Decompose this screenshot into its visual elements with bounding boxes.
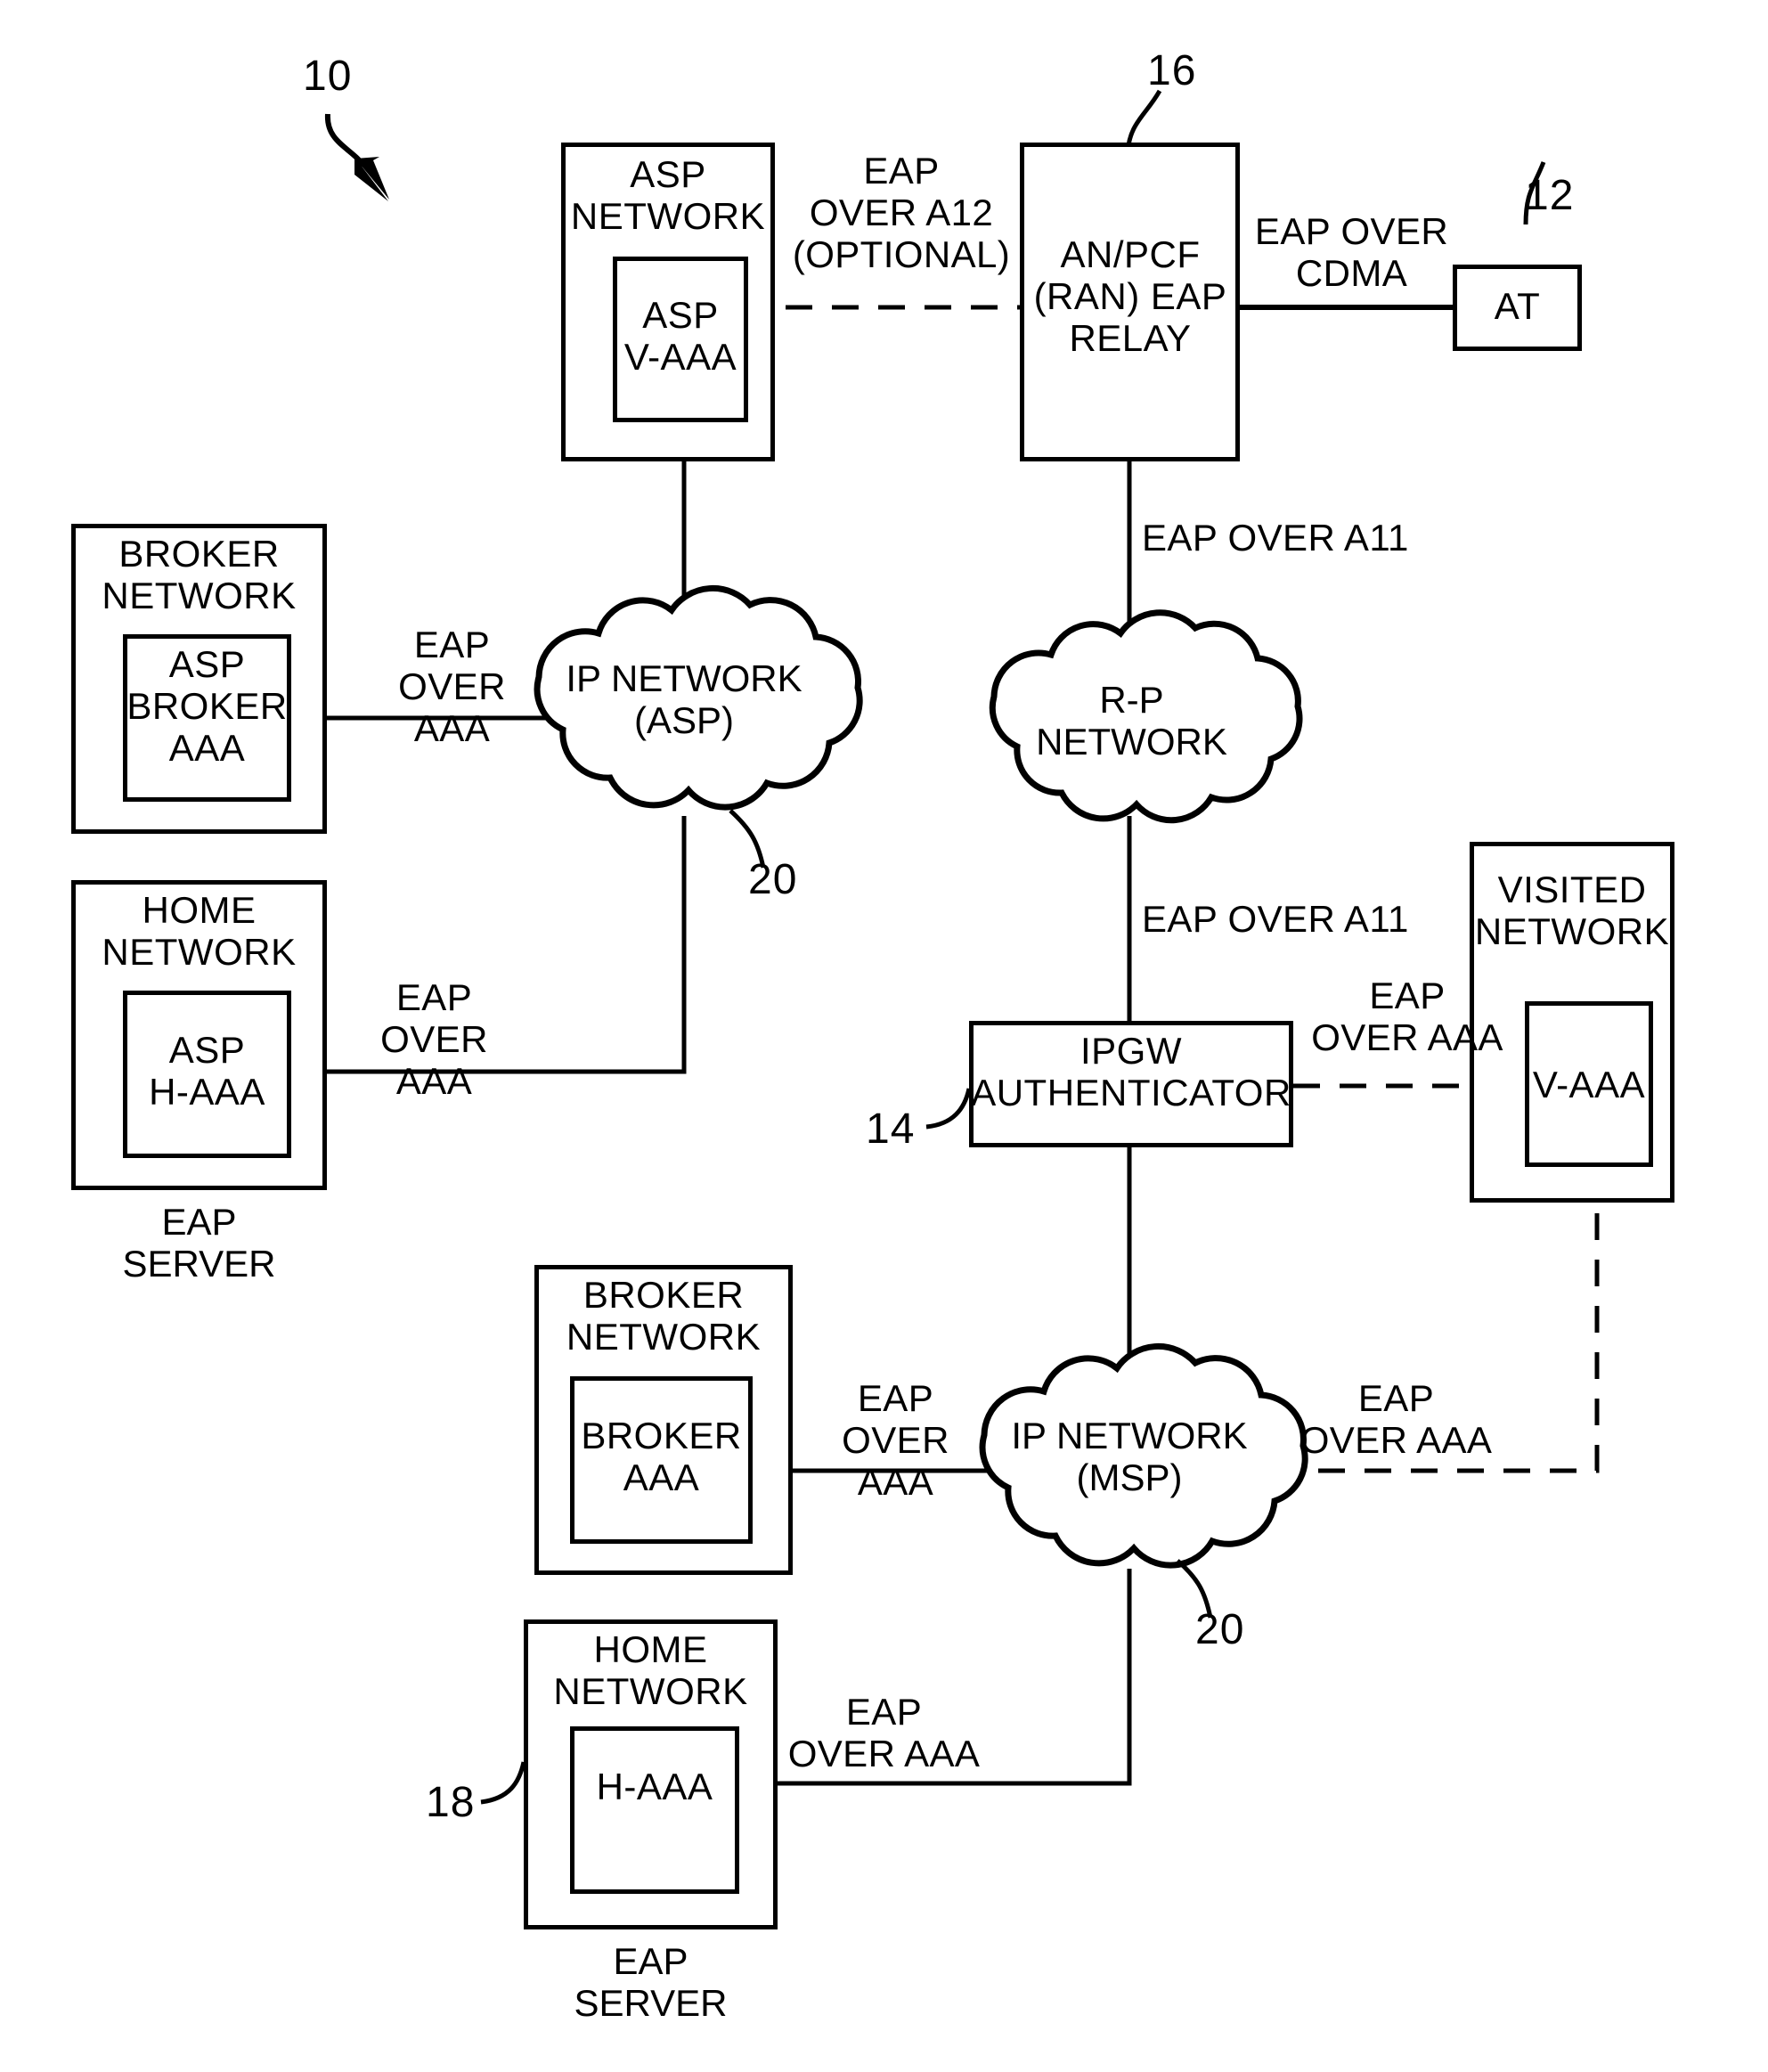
ref-numeral-18: 18 bbox=[426, 1779, 476, 1826]
leader-10 bbox=[324, 113, 366, 167]
node-asp-vaaa-label: ASP V-AAA bbox=[623, 294, 737, 379]
node-at-title: AT bbox=[1494, 285, 1541, 327]
edge-label-eap-over-aaa-broker-asp: EAP OVER AAA bbox=[398, 624, 506, 750]
caption-eap-server-asp: EAP SERVER bbox=[122, 1201, 276, 1285]
node-broker-network-msp-title: BROKER NETWORK bbox=[566, 1274, 762, 1358]
ref-numeral-20-asp: 20 bbox=[748, 856, 798, 903]
figure-canvas: AN/PCF --> V-AAA --> bbox=[0, 0, 1768, 2072]
ref-numeral-10: 10 bbox=[303, 53, 353, 100]
ref-numeral-20-msp: 20 bbox=[1195, 1606, 1245, 1653]
edge-label-eap-over-aaa-home-msp: EAP OVER AAA bbox=[787, 1691, 981, 1775]
node-an-pcf-relay-title: AN/PCF (RAN) EAP RELAY bbox=[1033, 233, 1227, 360]
node-asp-h-aaa-label: ASP H-AAA bbox=[149, 1029, 265, 1113]
edge-label-eap-over-aaa-broker-msp: EAP OVER AAA bbox=[842, 1377, 949, 1504]
edge-label-eap-over-cdma: EAP OVER CDMA bbox=[1254, 210, 1449, 295]
node-asp-network-title: ASP NETWORK bbox=[570, 153, 766, 238]
cloud-label-ip-network-asp: IP NETWORK (ASP) bbox=[566, 657, 803, 742]
caption-eap-server-msp: EAP SERVER bbox=[574, 1940, 728, 2025]
edge-label-eap-over-a11-bottom: EAP OVER A11 bbox=[1142, 898, 1409, 940]
ref-numeral-14: 14 bbox=[866, 1105, 916, 1153]
node-broker-network-asp-title: BROKER NETWORK bbox=[102, 533, 297, 617]
edge-label-eap-over-aaa-visited: EAP OVER AAA bbox=[1311, 975, 1503, 1059]
node-v-aaa-label: V-AAA bbox=[1532, 1064, 1646, 1105]
node-h-aaa[interactable] bbox=[570, 1726, 739, 1894]
edge-label-eap-over-a11-top: EAP OVER A11 bbox=[1142, 517, 1409, 559]
edge-label-eap-over-a12: EAP OVER A12 (OPTIONAL) bbox=[792, 150, 1011, 276]
cloud-label-rp-network: R-P NETWORK bbox=[1036, 679, 1227, 763]
edge-label-eap-over-aaa-home-asp: EAP OVER AAA bbox=[380, 976, 488, 1103]
leader-18 bbox=[480, 1761, 526, 1805]
ref-numeral-12: 12 bbox=[1525, 172, 1575, 219]
node-ipgw-authenticator-title: IPGW AUTHENTICATOR bbox=[971, 1030, 1291, 1114]
ref-numeral-16: 16 bbox=[1147, 47, 1197, 94]
node-asp-broker-aaa-label: ASP BROKER AAA bbox=[126, 643, 288, 770]
node-h-aaa-label: H-AAA bbox=[596, 1766, 713, 1807]
edge-label-eap-over-aaa-msp-visited: EAP OVER AAA bbox=[1300, 1377, 1493, 1462]
node-home-network-asp-title: HOME NETWORK bbox=[102, 889, 297, 974]
cloud-label-ip-network-msp: IP NETWORK (MSP) bbox=[1011, 1415, 1248, 1499]
node-broker-aaa-label: BROKER AAA bbox=[581, 1415, 742, 1499]
node-home-network-msp-title: HOME NETWORK bbox=[553, 1628, 748, 1713]
